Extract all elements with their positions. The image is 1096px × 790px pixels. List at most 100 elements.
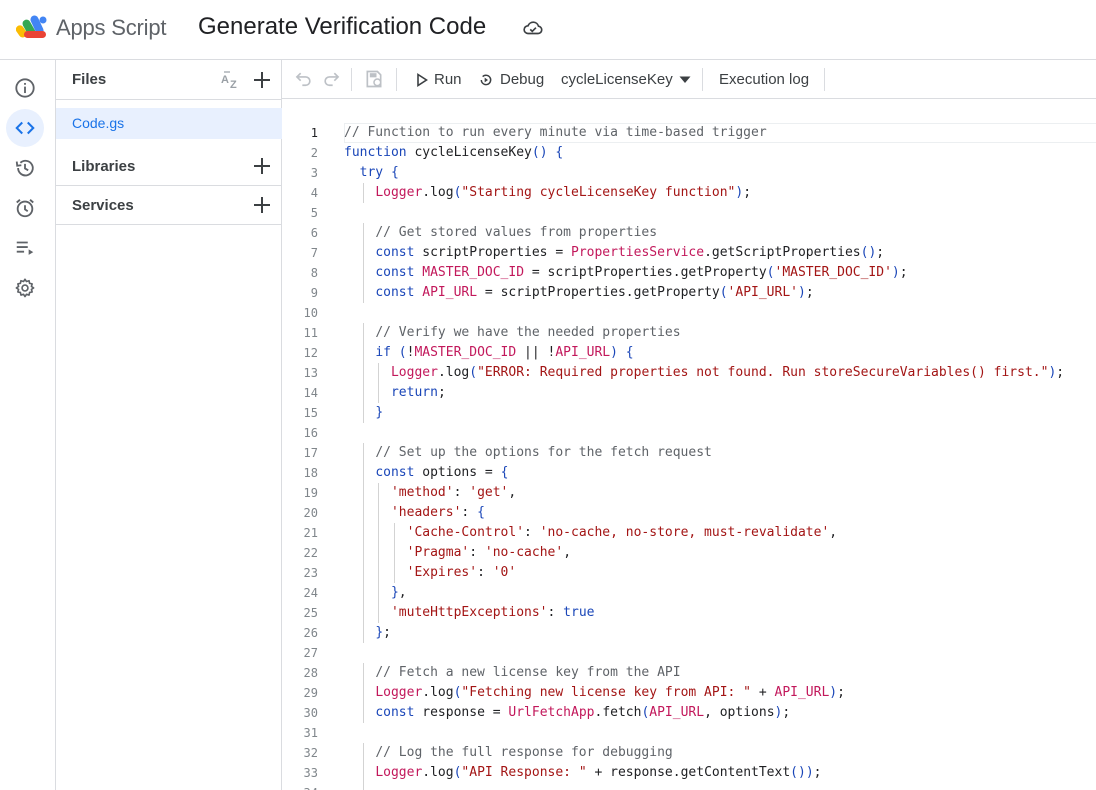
services-section[interactable]: Services [56,186,282,225]
line-number: 3 [310,166,318,180]
code-line[interactable]: function cycleLicenseKey() { [344,143,1064,163]
app-name[interactable]: Apps Script [56,15,166,41]
indent-guide [362,703,364,723]
run-button[interactable]: Run [416,60,462,99]
code-line[interactable]: const options = { [344,463,1064,483]
svg-text:Z: Z [230,79,237,91]
code-line[interactable]: const response = UrlFetchApp.fetch(API_U… [344,703,1064,723]
editor-button[interactable] [6,109,44,147]
line-number: 30 [303,706,318,720]
add-file-icon[interactable] [250,68,274,92]
code-line[interactable] [344,423,1064,443]
code-line[interactable]: // Get stored values from properties [344,223,1064,243]
code-line[interactable]: // Log the full response for debugging [344,743,1064,763]
libraries-label: Libraries [72,158,136,175]
code-area[interactable]: // Function to run every minute via time… [344,123,1064,790]
line-number: 32 [303,746,318,760]
code-line[interactable]: 'method': 'get', [344,483,1064,503]
indent-guide [362,343,364,363]
undo-icon[interactable] [294,69,314,89]
toolbar-divider [702,68,703,91]
code-line[interactable]: // Function to run every minute via time… [344,123,1064,143]
code-line[interactable]: 'Expires': '0' [344,563,1064,583]
project-title[interactable]: Generate Verification Code [198,13,486,41]
code-line[interactable] [344,203,1064,223]
code-line[interactable] [344,303,1064,323]
save-icon[interactable] [364,69,384,89]
code-line[interactable]: Logger.log("Fetching new license key fro… [344,683,1064,703]
execution-log-button[interactable]: Execution log [719,60,809,99]
code-line[interactable]: // Verify we have the needed properties [344,323,1064,343]
code-line[interactable]: } [344,403,1064,423]
code-line[interactable]: if (!MASTER_DOC_ID || !API_URL) { [344,343,1064,363]
code-line[interactable]: Logger.log("ERROR: Required properties n… [344,363,1064,383]
code-line[interactable]: const scriptProperties = PropertiesServi… [344,243,1064,263]
executions-button[interactable] [6,229,44,267]
alarm-icon [16,199,34,218]
indent-guide [378,543,380,563]
indent-guide [362,583,364,603]
redo-icon[interactable] [321,69,341,89]
indent-guide [393,543,395,563]
line-number: 14 [303,386,318,400]
line-number: 6 [310,226,318,240]
project-settings-button[interactable] [6,269,44,307]
code-line[interactable]: const MASTER_DOC_ID = scriptProperties.g… [344,263,1064,283]
function-select[interactable]: cycleLicenseKey [561,60,691,99]
indent-guide [378,603,380,623]
code-line[interactable] [344,723,1064,743]
code-line[interactable] [344,643,1064,663]
file-item-code-gs[interactable]: Code.gs [56,108,282,139]
project-history-button[interactable] [6,149,44,187]
triggers-button[interactable] [6,189,44,227]
code-line[interactable]: 'Pragma': 'no-cache', [344,543,1064,563]
code-line[interactable]: try { [344,163,1064,183]
code-line[interactable]: }; [344,623,1064,643]
code-editor[interactable]: 1 2 3 4 5 6 7 8 9 10 11 12 13 14 15 16 17 18 19 20 21 22 23 24 2… [282,99,1096,790]
line-number: 31 [303,726,318,740]
code-line[interactable]: Logger.log("API Response: " + response.g… [344,763,1064,783]
file-name: Code.gs [72,115,125,131]
indent-guide [362,323,364,343]
code-line[interactable]: }, [344,583,1064,603]
toolbar-divider [824,68,825,91]
overview-button[interactable] [6,69,44,107]
line-number: 11 [303,326,318,340]
code-line[interactable]: 'Cache-Control': 'no-cache, no-store, mu… [344,523,1064,543]
files-header: Files A Z [56,60,282,100]
add-service-icon[interactable] [250,193,274,217]
indent-guide [378,523,380,543]
indent-guide [362,443,364,463]
gear-icon [15,278,35,298]
indent-guide [378,383,380,403]
line-number: 34 [282,783,318,790]
executions-icon [16,241,34,255]
apps-script-logo-icon[interactable] [16,13,50,41]
indent-guide [362,663,364,683]
indent-guide [362,543,364,563]
code-line[interactable]: Logger.log("Starting cycleLicenseKey fun… [344,183,1064,203]
code-line[interactable]: 'headers': { [344,503,1064,523]
line-number: 24 [303,586,318,600]
libraries-section[interactable]: Libraries [56,147,282,186]
indent-guide [362,563,364,583]
code-line[interactable]: 'muteHttpExceptions': true [344,603,1064,623]
code-line[interactable]: // Fetch a new license key from the API [344,663,1064,683]
code-line[interactable] [344,783,1064,790]
debug-icon [480,74,492,85]
toolbar-divider [396,68,397,91]
sort-az-icon[interactable]: A Z [220,69,242,91]
code-line[interactable]: // Set up the options for the fetch requ… [344,443,1064,463]
line-number: 7 [310,246,318,260]
code-line[interactable]: return; [344,383,1064,403]
line-number: 16 [303,426,318,440]
add-library-icon[interactable] [250,154,274,178]
indent-guide [362,483,364,503]
debug-button[interactable]: Debug [478,60,544,99]
run-label: Run [434,71,462,88]
line-number: 15 [303,406,318,420]
line-number: 28 [303,666,318,680]
code-line[interactable]: const API_URL = scriptProperties.getProp… [344,283,1064,303]
indent-guide [378,563,380,583]
function-select-value: cycleLicenseKey [561,71,673,88]
